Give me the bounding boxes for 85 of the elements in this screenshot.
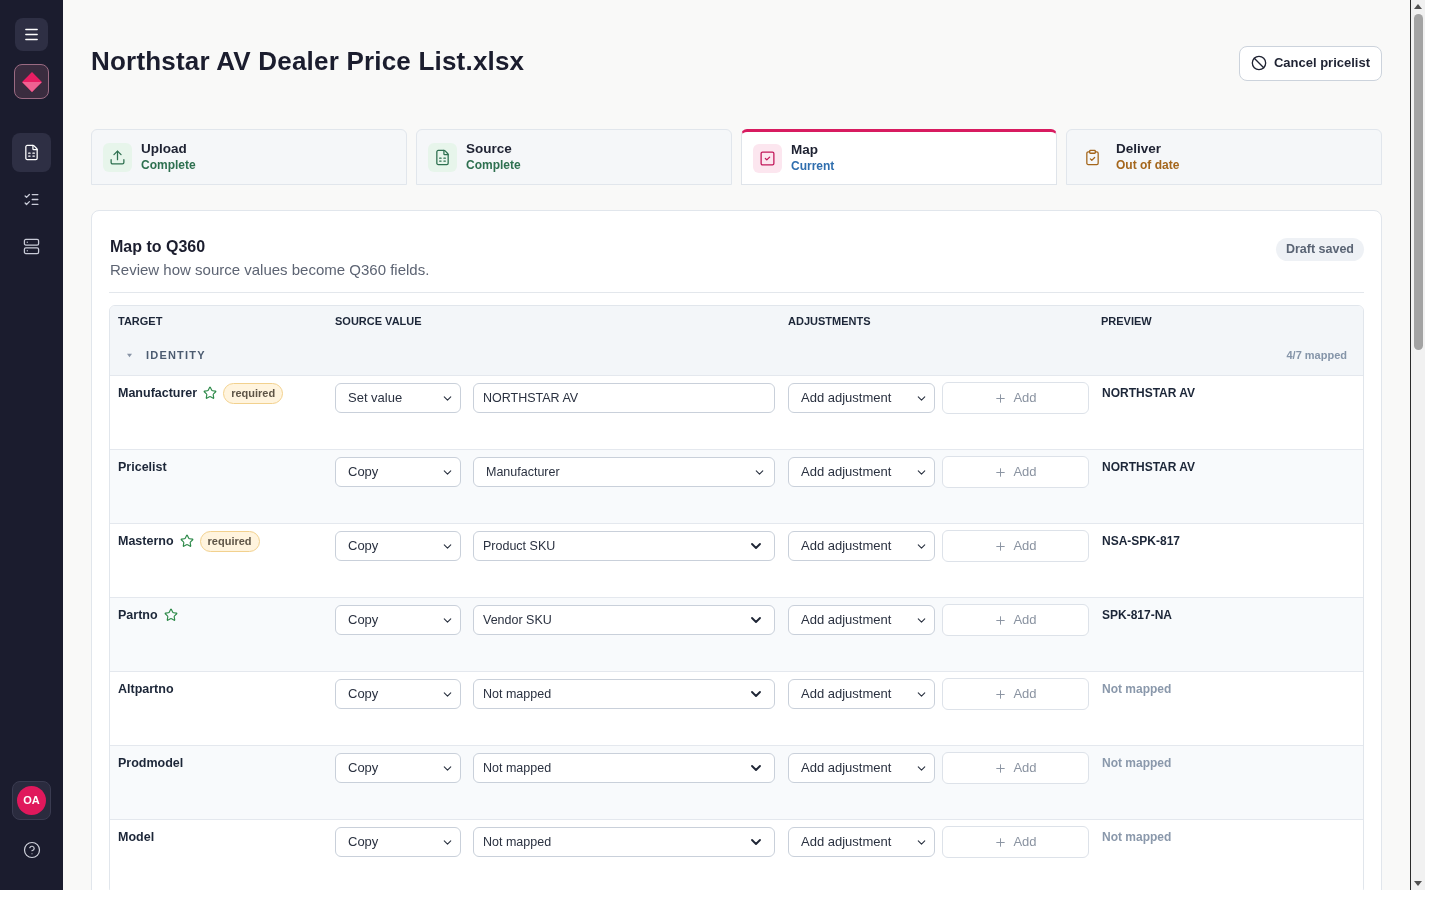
scrollbar[interactable] [1410,0,1425,890]
page-title: Northstar AV Dealer Price List.xlsx [91,44,525,78]
source-value-field[interactable]: NORTHSTAR AV [473,383,775,413]
column-header: ADJUSTMENTS [788,314,871,327]
plus-icon [994,539,1008,553]
source-column-picker[interactable]: Not mapped [473,827,775,857]
help-icon [22,841,41,859]
mapping-mode-select[interactable]: Set value [335,383,461,413]
scrollbar-thumb[interactable] [1413,14,1423,350]
target-field-name: Partno [118,607,158,624]
step-tab[interactable]: Upload Complete [91,129,407,185]
adjustment-select[interactable]: Add adjustment [788,605,935,635]
plus-icon [994,391,1008,405]
step-label: Deliver [1116,140,1163,157]
required-tag: required [199,531,260,552]
target-field-name: Masterno [118,533,174,550]
step-status: Complete [466,157,521,174]
column-header: PREVIEW [1101,314,1152,327]
step-label: Source [466,140,513,157]
nav-item[interactable] [12,133,51,172]
mapping-mode-select[interactable]: Copy [335,827,461,857]
panel-subtitle: Review how source values become Q360 fields. [110,260,430,280]
target-field-name: Pricelist [118,459,167,476]
source-column-picker[interactable]: Vendor SKU [473,605,775,635]
app-logo[interactable] [14,64,49,99]
mapping-mode-select[interactable]: Copy [335,531,461,561]
plus-icon [994,613,1008,627]
step-label: Map [791,141,819,158]
diamond-logo-icon [20,70,43,93]
upload-tile-icon [103,142,132,172]
checkbox-tile-icon [753,143,782,173]
target-field-name: Model [118,829,155,846]
adjustment-select[interactable]: Add adjustment [788,827,935,857]
scroll-down-icon[interactable] [1414,881,1422,886]
adjustment-select[interactable]: Add adjustment [788,679,935,709]
target-field-name: Manufacturer [118,385,198,402]
menu-icon [23,26,40,43]
step-status: Current [791,158,835,175]
mapping-mode-select[interactable]: Copy [335,457,461,487]
source-column-select[interactable]: Manufacturer [473,457,775,487]
mapping-mode-select[interactable]: Copy [335,679,461,709]
source-column-picker[interactable]: Not mapped [473,679,775,709]
preview-value: NSA-SPK-817 [1102,534,1181,548]
column-header: TARGET [118,314,163,327]
plus-icon [994,465,1008,479]
step-tab[interactable]: Map Current [741,129,1057,185]
step-status: Complete [141,157,196,174]
mapped-count: 4/7 mapped [1286,348,1347,364]
required-tag: required [223,383,284,404]
adjustment-select[interactable]: Add adjustment [788,383,935,413]
spreadsheet-tile-icon [428,142,457,172]
adjustment-select[interactable]: Add adjustment [788,753,935,783]
step-label: Upload [141,140,188,157]
menu-button[interactable] [15,18,48,51]
adjustment-select[interactable]: Add adjustment [788,531,935,561]
step-tab[interactable]: Source Complete [416,129,732,185]
preview-value: NORTHSTAR AV [1102,386,1196,400]
preview-value: NORTHSTAR AV [1102,460,1196,474]
checklist-icon [23,191,40,208]
ban-icon [1250,55,1267,71]
group-header[interactable]: IDENTITY 4/7 mapped [110,336,1363,375]
column-header: SOURCE VALUE [335,314,422,327]
preview-value: Not mapped [1102,682,1172,696]
preview-value: Not mapped [1102,756,1172,770]
server-icon [23,238,40,255]
source-column-picker[interactable]: Not mapped [473,753,775,783]
target-field-name: Altpartno [118,681,174,698]
panel-title: Map to Q360 [110,237,207,257]
step-status: Out of date [1116,157,1180,174]
preview-value: Not mapped [1102,830,1172,844]
mapping-mode-select[interactable]: Copy [335,753,461,783]
spreadsheet-icon [23,144,40,161]
mapping-mode-select[interactable]: Copy [335,605,461,635]
target-field-name: Prodmodel [118,755,184,772]
plus-icon [994,761,1008,775]
draft-saved-tag: Draft saved [1275,238,1364,261]
adjustment-select[interactable]: Add adjustment [788,457,935,487]
preview-value: SPK-817-NA [1102,608,1173,622]
cancel-pricelist-button[interactable]: Cancel pricelist [1238,45,1382,81]
plus-icon [994,835,1008,849]
plus-icon [994,687,1008,701]
group-label: IDENTITY [146,348,206,364]
step-tab[interactable]: Deliver Out of date [1066,129,1382,185]
scroll-up-icon[interactable] [1414,4,1422,9]
source-column-picker[interactable]: Product SKU [473,531,775,561]
